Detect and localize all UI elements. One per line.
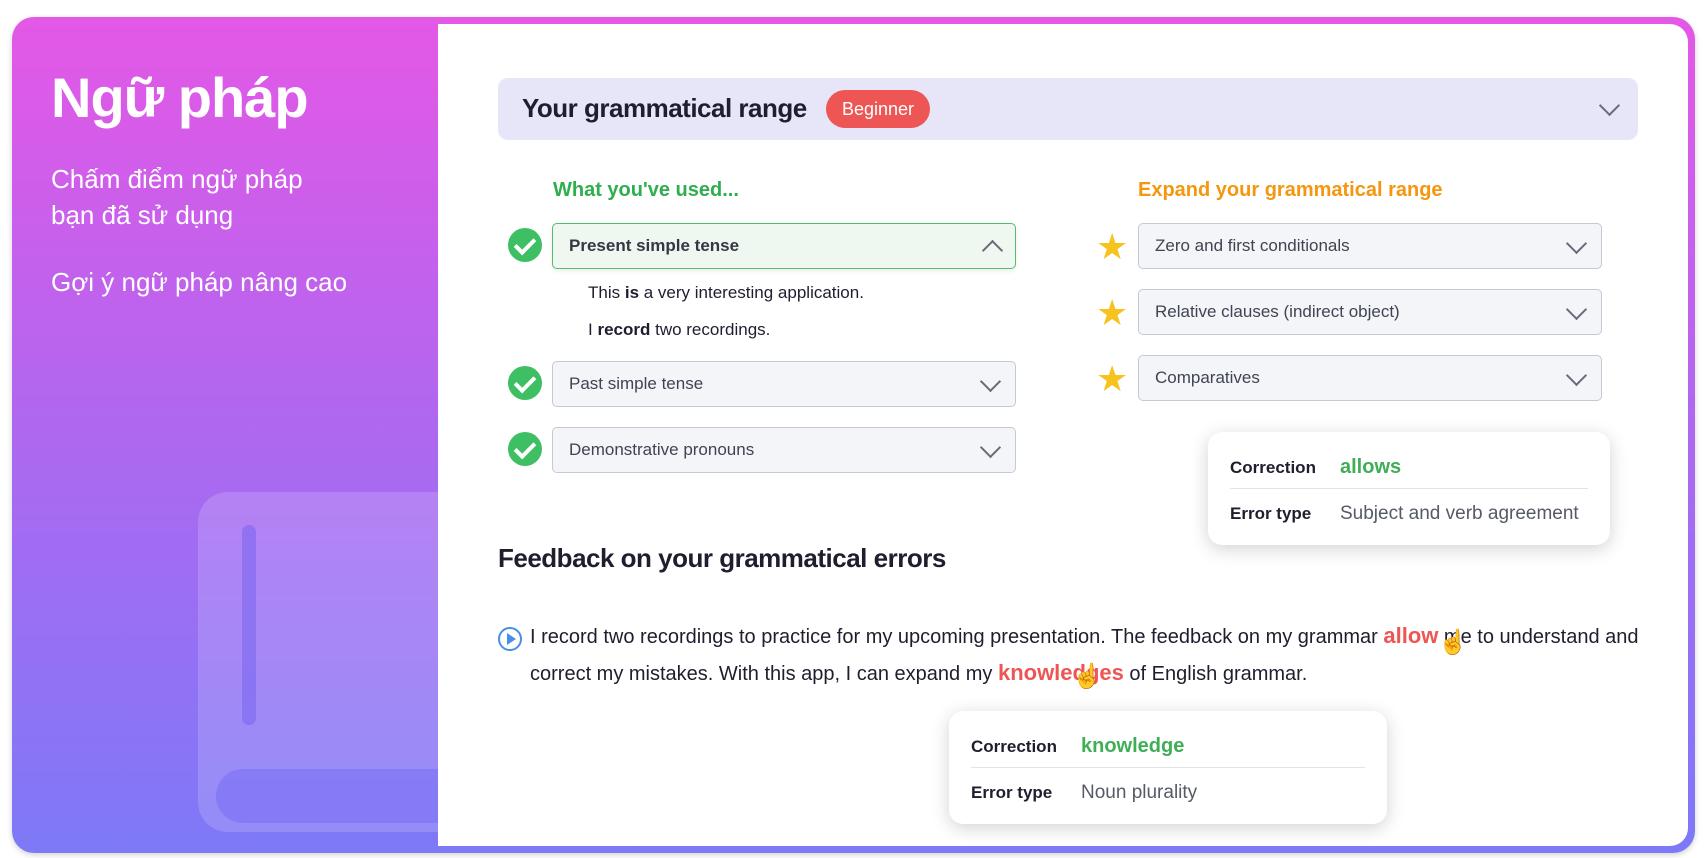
popup-divider <box>971 767 1365 768</box>
check-circle-icon <box>508 228 542 262</box>
correction-popup: Correction knowledge Error type Noun plu… <box>949 711 1387 824</box>
check-circle-icon <box>508 366 542 400</box>
error-type-label: Error type <box>971 783 1053 802</box>
chevron-down-icon[interactable] <box>1565 298 1588 321</box>
star-icon: ★ <box>1096 358 1129 399</box>
hero-title: Ngữ pháp <box>51 66 309 129</box>
book-spine <box>242 525 256 725</box>
correction-label: Correction <box>1230 458 1316 477</box>
feedback-title: Feedback on your grammatical errors <box>498 543 946 573</box>
example-sentence: This is a very interesting application. <box>588 283 864 302</box>
error-type-label: Error type <box>1230 504 1312 523</box>
used-item-present-simple[interactable]: Present simple tense <box>552 223 1016 269</box>
hero-subtitle: Chấm điểm ngữ pháp bạn đã sử dụng <box>51 164 303 230</box>
feature-card: Ngữ pháp Chấm điểm ngữ pháp bạn đã sử dụ… <box>12 17 1695 853</box>
used-item-label: Present simple tense <box>569 236 740 255</box>
star-icon: ★ <box>1096 292 1129 333</box>
chevron-down-icon[interactable] <box>979 370 1002 393</box>
expand-item-comparatives[interactable]: Comparatives <box>1138 355 1602 401</box>
expand-item-label: Comparatives <box>1155 368 1260 387</box>
hand-pointer-icon: ☝ <box>1438 629 1468 656</box>
grammar-panel: Your grammatical range Beginner What you… <box>438 24 1688 846</box>
correction-value: knowledge <box>1081 735 1185 757</box>
expand-item-conditionals[interactable]: Zero and first conditionals <box>1138 223 1602 269</box>
expand-heading: Expand your grammatical range <box>1138 179 1443 201</box>
chevron-down-icon[interactable] <box>1565 364 1588 387</box>
chevron-down-icon[interactable] <box>1598 94 1621 117</box>
correction-label: Correction <box>971 737 1057 756</box>
error-type-value: Noun plurality <box>1081 782 1198 803</box>
example-sentence: I record two recordings. <box>588 320 771 339</box>
hero-subtitle-2: Gợi ý ngữ pháp nâng cao <box>51 267 348 297</box>
expand-item-label: Relative clauses (indirect object) <box>1155 302 1400 321</box>
used-heading: What you've used... <box>553 179 739 201</box>
error-type-value: Subject and verb agreement <box>1340 503 1579 524</box>
correction-value: allows <box>1340 456 1402 478</box>
chevron-down-icon[interactable] <box>1565 232 1588 255</box>
expand-item-relative-clauses[interactable]: Relative clauses (indirect object) <box>1138 289 1602 335</box>
range-title: Your grammatical range <box>522 93 807 123</box>
play-circle-icon[interactable] <box>498 627 522 651</box>
correction-popup: Correction allows Error type Subject and… <box>1208 432 1610 545</box>
hand-pointer-icon: ☝ <box>1072 663 1102 690</box>
error-word-allow[interactable]: allow <box>1383 623 1438 648</box>
star-icon: ★ <box>1096 226 1129 267</box>
used-item-demonstrative[interactable]: Demonstrative pronouns <box>552 427 1016 473</box>
used-item-label: Past simple tense <box>569 374 704 393</box>
check-circle-icon <box>508 432 542 466</box>
level-badge: Beginner <box>826 90 931 128</box>
chevron-down-icon[interactable] <box>979 436 1002 459</box>
expand-item-label: Zero and first conditionals <box>1155 236 1350 255</box>
grammatical-range-header[interactable]: Your grammatical range Beginner <box>498 78 1638 140</box>
popup-divider <box>1230 488 1588 489</box>
used-item-label: Demonstrative pronouns <box>569 440 755 459</box>
hero-panel: Ngữ pháp Chấm điểm ngữ pháp bạn đã sử dụ… <box>12 17 518 853</box>
chevron-up-icon[interactable] <box>981 239 1004 262</box>
used-item-past-simple[interactable]: Past simple tense <box>552 361 1016 407</box>
error-word-knowledges[interactable]: knowledges <box>998 660 1124 685</box>
